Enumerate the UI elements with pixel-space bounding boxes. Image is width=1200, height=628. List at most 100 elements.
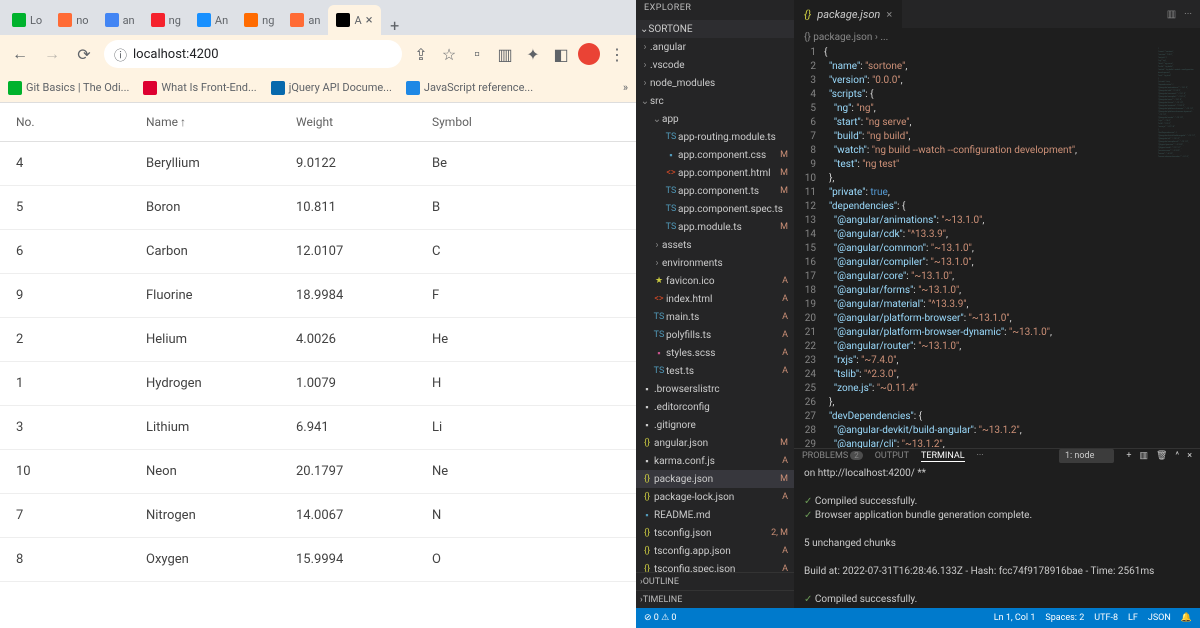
status-spaces[interactable]: Spaces: 2	[1045, 613, 1084, 623]
browser-tab[interactable]: no	[50, 5, 96, 35]
split-terminal-icon[interactable]: ▥	[1139, 451, 1148, 461]
file-label: package-lock.json	[654, 492, 734, 503]
file-item[interactable]: TSapp.component.spec.ts	[636, 200, 794, 218]
more-icon[interactable]: ···	[1184, 9, 1192, 20]
file-item[interactable]: ▪.gitignore	[636, 416, 794, 434]
file-item[interactable]: {}tsconfig.json2, M	[636, 524, 794, 542]
bookmark-overflow-icon[interactable]: »	[623, 81, 628, 94]
file-item[interactable]: ▪README.md	[636, 506, 794, 524]
file-item[interactable]: {}package.jsonM	[636, 470, 794, 488]
forward-button[interactable]: →	[40, 42, 64, 66]
header-no[interactable]: No.	[16, 115, 146, 129]
new-tab-button[interactable]: +	[381, 16, 409, 35]
browser-tab[interactable]: an	[282, 5, 328, 35]
status-eol[interactable]: LF	[1128, 613, 1138, 623]
bookmark-item[interactable]: jQuery API Docume...	[271, 81, 392, 95]
more-tab[interactable]: ···	[977, 451, 984, 461]
file-item[interactable]: TStest.tsA	[636, 362, 794, 380]
root-folder[interactable]: ⌄SORTONE	[636, 20, 794, 38]
file-item[interactable]: <>index.htmlA	[636, 290, 794, 308]
file-item[interactable]: {}angular.jsonM	[636, 434, 794, 452]
file-item[interactable]: ★favicon.icoA	[636, 272, 794, 290]
file-item[interactable]: ▪styles.scssA	[636, 344, 794, 362]
status-bell-icon[interactable]: 🔔	[1181, 613, 1192, 623]
outline-section[interactable]: ›OUTLINE	[636, 572, 794, 590]
code-line: "@angular-devkit/build-angular": "~13.1.…	[824, 424, 1200, 438]
status-encoding[interactable]: UTF-8	[1094, 613, 1118, 623]
close-panel-icon[interactable]: ×	[1187, 451, 1192, 461]
status-errors[interactable]: ⊘ 0 ⚠ 0	[644, 613, 676, 623]
file-item[interactable]: {}package-lock.jsonA	[636, 488, 794, 506]
avatar[interactable]	[578, 43, 600, 65]
file-item[interactable]: TSapp-routing.module.ts	[636, 128, 794, 146]
file-item[interactable]: {}tsconfig.spec.jsonA	[636, 560, 794, 572]
cell-weight: 6.941	[296, 420, 432, 435]
share-icon[interactable]: ⇪	[410, 45, 432, 64]
split-icon[interactable]: ▥	[1167, 9, 1176, 20]
back-button[interactable]: ←	[8, 42, 32, 66]
output-tab[interactable]: OUTPUT	[875, 451, 909, 461]
url-text: localhost:4200	[133, 47, 219, 62]
browser-tab[interactable]: ng	[236, 5, 282, 35]
header-weight[interactable]: Weight	[296, 115, 432, 129]
close-icon[interactable]: ×	[366, 13, 373, 28]
puzzle-icon[interactable]: ✦	[522, 45, 544, 64]
browser-tab[interactable]: ng	[143, 5, 189, 35]
file-item[interactable]: ▪.browserslistrc	[636, 380, 794, 398]
folder-item[interactable]: ⌄src	[636, 92, 794, 110]
file-item[interactable]: TSapp.component.tsM	[636, 182, 794, 200]
maximize-icon[interactable]: ^	[1175, 451, 1179, 461]
cell-symbol: O	[432, 552, 532, 567]
file-item[interactable]: TSmain.tsA	[636, 308, 794, 326]
terminal-line	[804, 523, 1190, 537]
editor-tab[interactable]: {}package.json×	[794, 0, 902, 28]
cell-no: 9	[16, 288, 146, 303]
browser-tab[interactable]: Lo	[4, 5, 50, 35]
bookmark-item[interactable]: What Is Front-End...	[143, 81, 256, 95]
file-item[interactable]: ▪.editorconfig	[636, 398, 794, 416]
file-item[interactable]: <>app.component.htmlM	[636, 164, 794, 182]
close-icon[interactable]: ×	[886, 8, 892, 21]
browser-tab[interactable]: an	[97, 5, 143, 35]
file-item[interactable]: {}tsconfig.app.jsonA	[636, 542, 794, 560]
cell-symbol: He	[432, 332, 532, 347]
header-symbol[interactable]: Symbol	[432, 115, 532, 129]
bookmark-item[interactable]: JavaScript reference...	[406, 81, 533, 95]
file-item[interactable]: TSpolyfills.tsA	[636, 326, 794, 344]
new-terminal-icon[interactable]: +	[1126, 451, 1131, 461]
code-editor[interactable]: 1234567891011121314151617181920212223242…	[794, 46, 1200, 448]
problems-tab[interactable]: PROBLEMS2	[802, 451, 863, 461]
status-lang[interactable]: JSON	[1148, 613, 1171, 623]
folder-item[interactable]: ⌄app	[636, 110, 794, 128]
folder-item[interactable]: ›.angular	[636, 38, 794, 56]
header-name[interactable]: Name↑	[146, 115, 296, 129]
site-info-icon[interactable]: ⓘ	[114, 45, 127, 64]
file-item[interactable]: ▪karma.conf.jsA	[636, 452, 794, 470]
address-bar[interactable]: ⓘ localhost:4200	[104, 40, 402, 68]
status-position[interactable]: Ln 1, Col 1	[994, 613, 1036, 623]
terminal-tab[interactable]: TERMINAL	[921, 451, 965, 462]
terminal-output[interactable]: on http://localhost:4200/ ** ✓ Compiled …	[794, 463, 1200, 608]
file-item[interactable]: ▪app.component.cssM	[636, 146, 794, 164]
file-item[interactable]: TSapp.module.tsM	[636, 218, 794, 236]
browser-tab[interactable]: A×	[328, 5, 380, 35]
menu-icon[interactable]: ⋮	[606, 45, 628, 64]
folder-item[interactable]: ›environments	[636, 254, 794, 272]
reload-button[interactable]: ⟳	[72, 42, 96, 66]
table-row: 3Lithium6.941Li	[0, 406, 636, 450]
cell-no: 8	[16, 552, 146, 567]
ext-icon[interactable]: ▥	[494, 45, 516, 64]
folder-item[interactable]: ›node_modules	[636, 74, 794, 92]
browser-tab[interactable]: An	[189, 5, 236, 35]
cell-weight: 20.1797	[296, 464, 432, 479]
panel-icon[interactable]: ◧	[550, 45, 572, 64]
folder-item[interactable]: ›assets	[636, 236, 794, 254]
kill-terminal-icon[interactable]: 🗑	[1156, 451, 1167, 461]
shell-select[interactable]: 1: node	[1059, 449, 1114, 463]
timeline-section[interactable]: ›TIMELINE	[636, 590, 794, 608]
bookmark-item[interactable]: Git Basics | The Odi...	[8, 81, 129, 95]
breadcrumb[interactable]: {} package.json › ...	[794, 28, 1200, 46]
ext-icon[interactable]: ▫	[466, 44, 488, 64]
bookmark-icon[interactable]: ☆	[438, 45, 460, 64]
folder-item[interactable]: ›.vscode	[636, 56, 794, 74]
